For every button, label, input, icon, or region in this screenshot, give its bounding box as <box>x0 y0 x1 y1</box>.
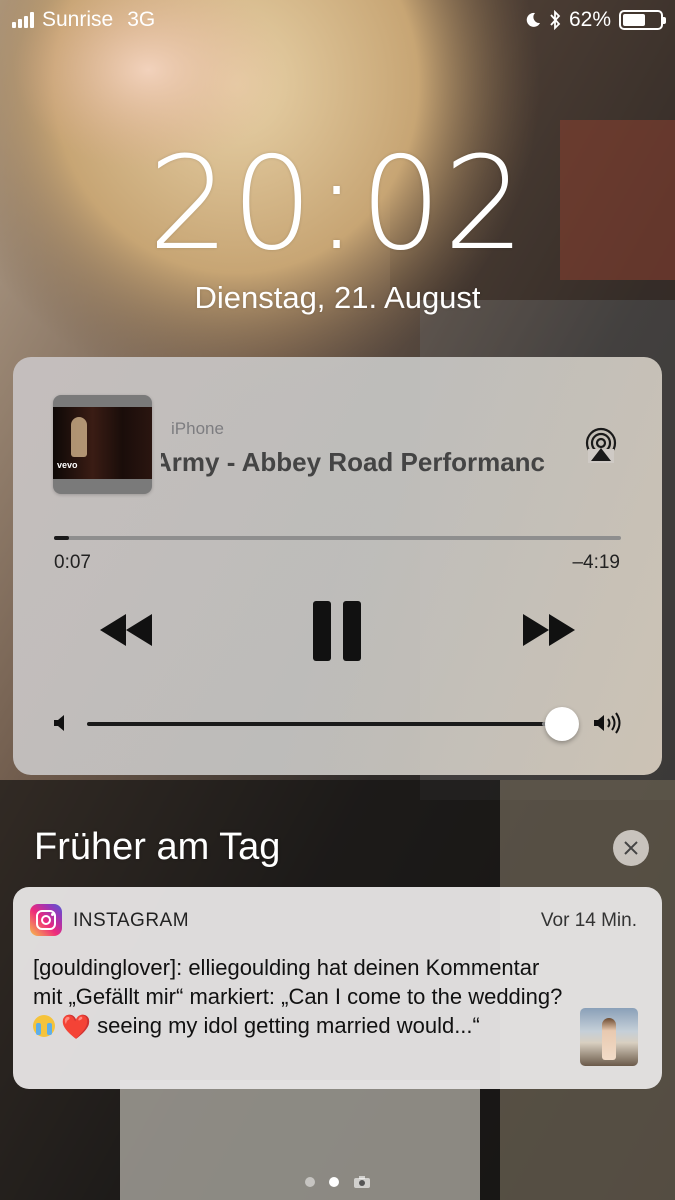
crying-emoji-icon <box>33 1015 55 1037</box>
airplay-icon[interactable] <box>583 427 619 463</box>
page-dot <box>304 1177 315 1187</box>
notification-body: [gouldinglover]: elliegoulding hat deine… <box>33 955 563 1041</box>
pause-button[interactable] <box>313 601 361 661</box>
artwork-label: vevo <box>57 460 78 470</box>
moon-icon <box>526 12 540 27</box>
notification-time: Vor 14 Min. <box>540 910 637 931</box>
playback-scrubber[interactable] <box>54 536 621 540</box>
now-playing-widget: vevo iPhone Army - Abbey Road Performanc… <box>13 357 662 775</box>
notification-app-name: INSTAGRAM <box>73 910 190 931</box>
rewind-button[interactable] <box>98 612 154 648</box>
signal-strength-icon <box>12 12 34 28</box>
camera-icon <box>353 1176 370 1188</box>
clear-notifications-button[interactable] <box>613 830 649 866</box>
volume-high-icon <box>594 712 621 734</box>
heart-emoji: ❤️ <box>61 1014 92 1041</box>
remaining-time: –4:19 <box>572 552 620 573</box>
page-dot-active <box>328 1177 339 1187</box>
network-type: 3G <box>127 8 156 31</box>
album-artwork[interactable]: vevo <box>53 395 152 494</box>
track-title[interactable]: Army - Abbey Road Performanc <box>161 447 571 481</box>
volume-slider-thumb[interactable] <box>545 707 579 741</box>
close-icon <box>624 841 638 855</box>
status-bar: Sunrise 3G 62% <box>0 0 675 40</box>
battery-percentage: 62% <box>568 8 611 31</box>
instagram-notification[interactable]: INSTAGRAM Vor 14 Min. [gouldinglover]: e… <box>13 887 662 1089</box>
elapsed-time: 0:07 <box>54 552 91 573</box>
playback-source: iPhone <box>171 419 224 438</box>
bluetooth-icon <box>550 10 561 30</box>
volume-slider[interactable] <box>87 722 561 726</box>
instagram-icon <box>30 904 62 936</box>
notification-thumbnail <box>580 1008 638 1066</box>
battery-icon <box>619 10 666 30</box>
carrier-name: Sunrise <box>42 8 114 31</box>
lock-screen-clock: 20:02 <box>148 130 527 279</box>
page-indicator <box>0 1175 675 1189</box>
lock-screen-date: Dienstag, 21. August <box>194 280 481 315</box>
volume-low-icon <box>54 715 64 731</box>
notifications-section-title: Früher am Tag <box>34 826 281 868</box>
fast-forward-button[interactable] <box>521 612 577 648</box>
